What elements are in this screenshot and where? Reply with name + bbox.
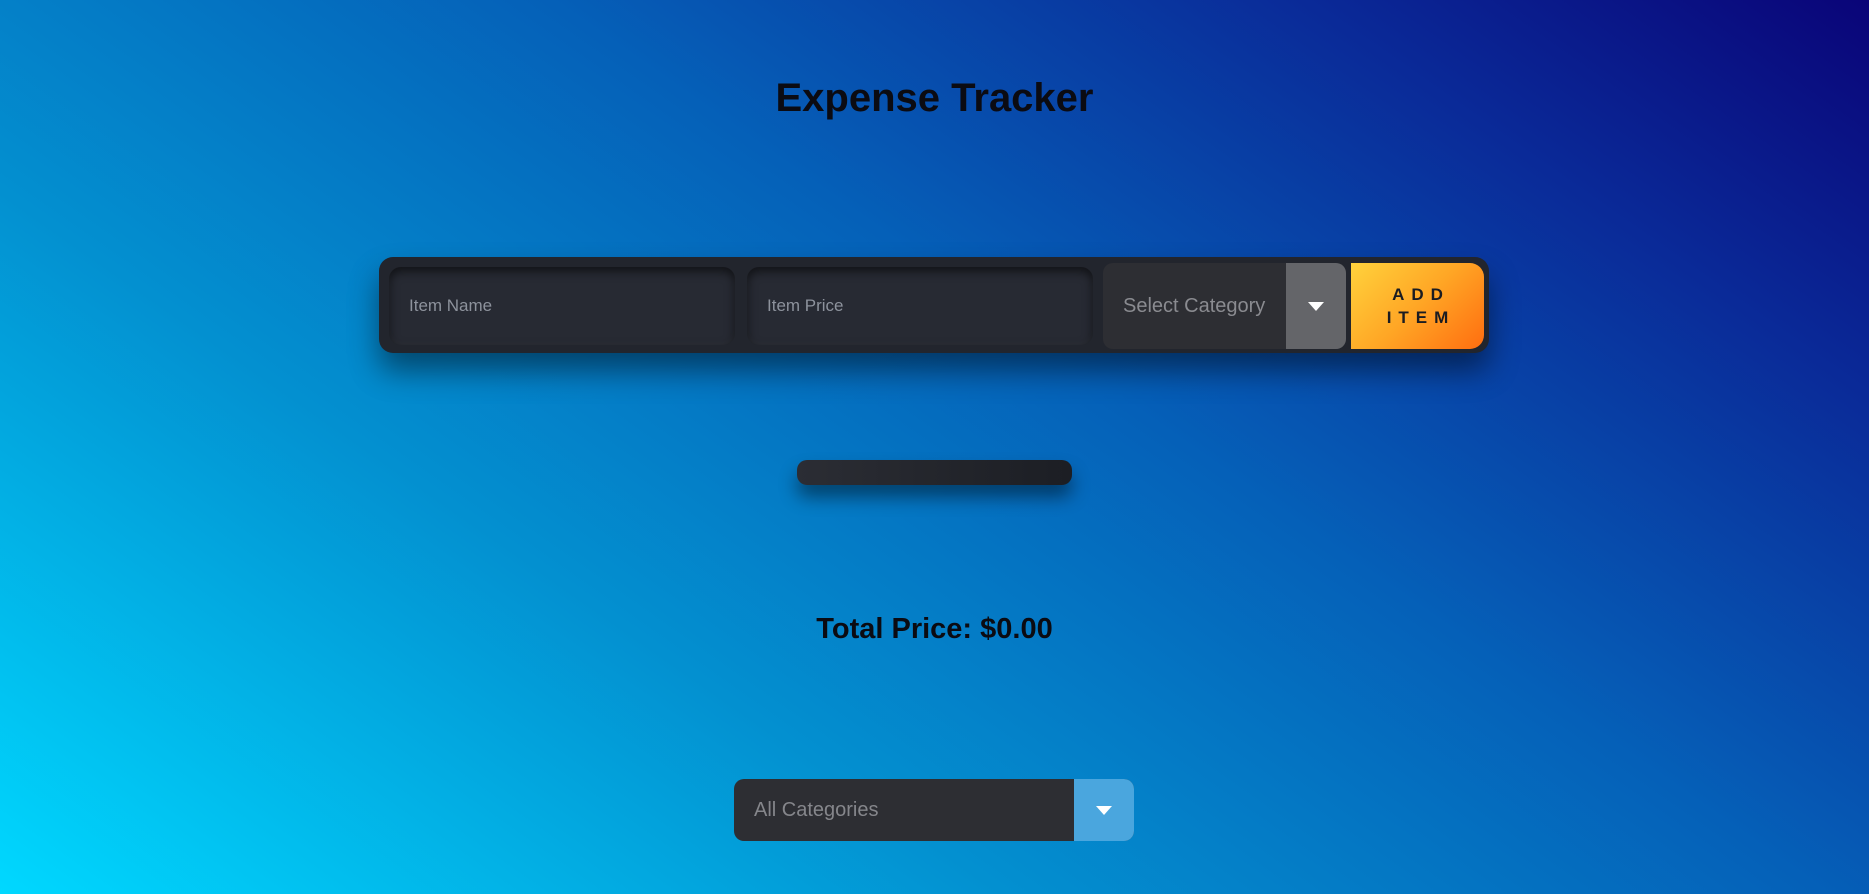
add-expense-form: Select Category ADD ITEM <box>379 257 1489 353</box>
category-dropdown-toggle[interactable] <box>1286 263 1346 349</box>
caret-down-icon <box>1096 806 1112 815</box>
caret-down-icon <box>1308 302 1324 311</box>
item-name-input[interactable] <box>389 267 735 345</box>
total-price: Total Price: $0.00 <box>816 613 1053 645</box>
category-filter-toggle[interactable] <box>1074 779 1134 841</box>
category-select[interactable]: Select Category <box>1103 263 1346 349</box>
category-filter-select[interactable]: All Categories <box>734 779 1134 841</box>
add-item-button[interactable]: ADD ITEM <box>1351 263 1484 349</box>
category-select-value: Select Category <box>1123 295 1266 317</box>
expense-list <box>797 460 1072 485</box>
item-price-input[interactable] <box>747 267 1093 345</box>
category-filter-value: All Categories <box>754 799 879 821</box>
page-title: Expense Tracker <box>775 76 1094 120</box>
